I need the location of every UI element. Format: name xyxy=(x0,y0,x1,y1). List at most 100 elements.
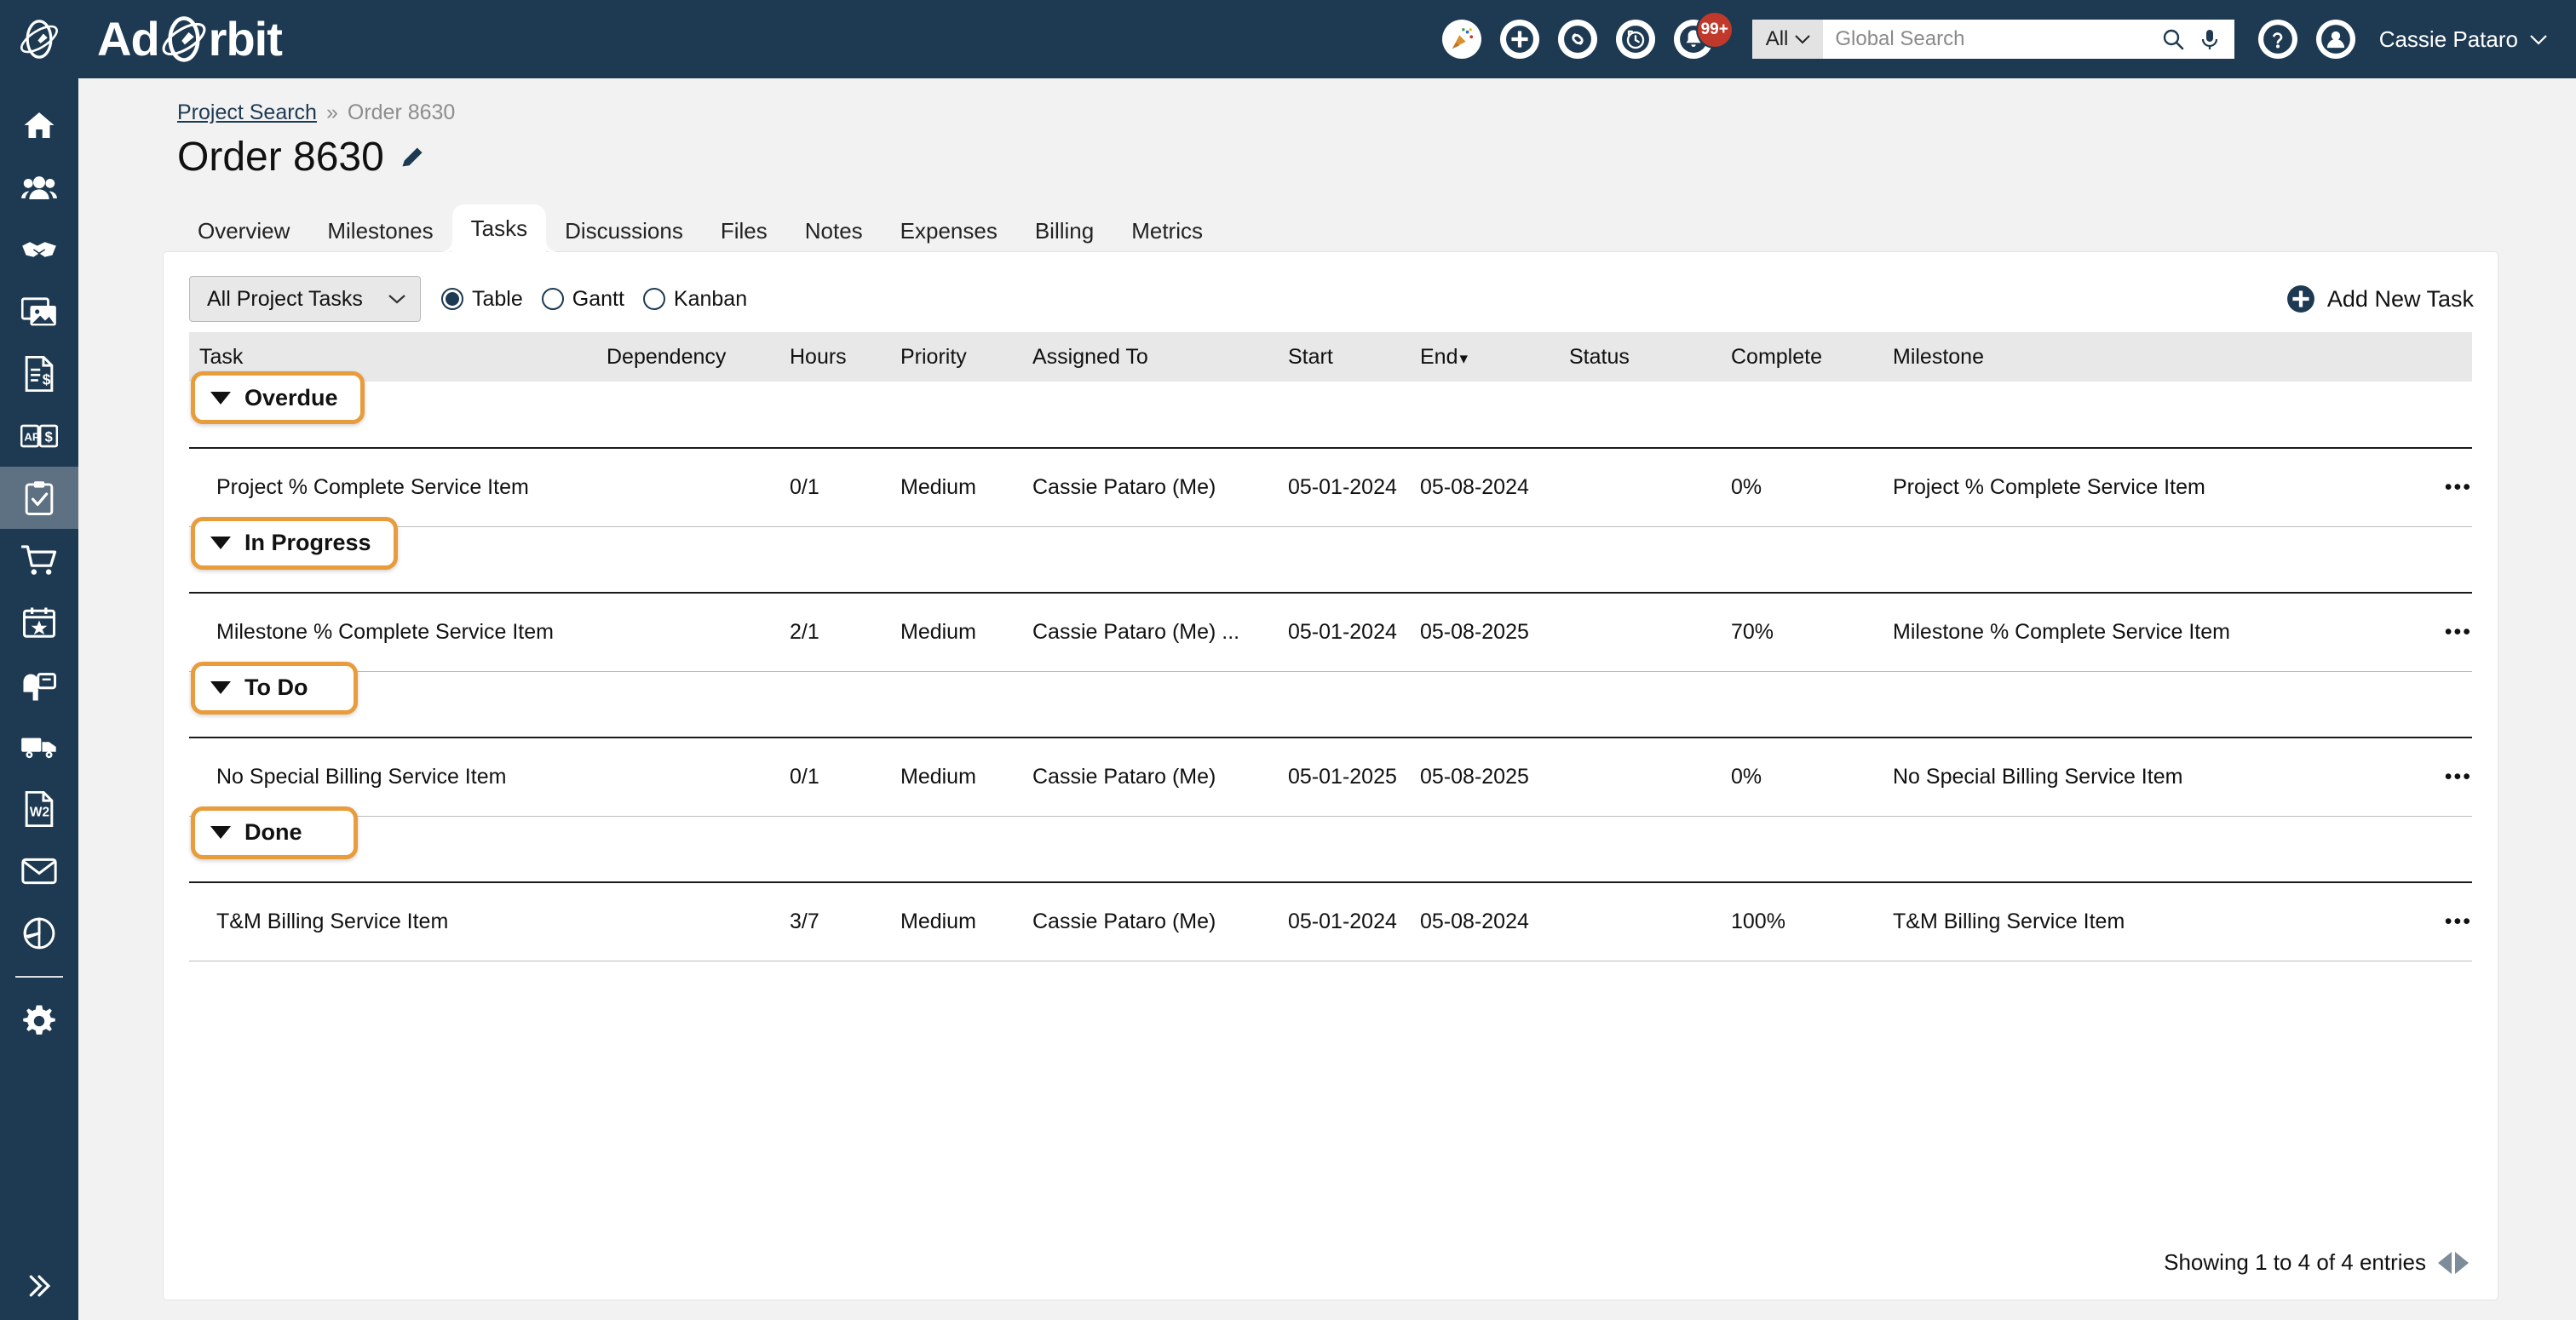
group-toggle-in-progress[interactable]: In Progress xyxy=(191,516,398,570)
col-priority[interactable]: Priority xyxy=(900,332,1032,382)
w2-document-icon: W2 xyxy=(25,790,54,827)
radio-table[interactable] xyxy=(441,288,463,310)
tab-discussions[interactable]: Discussions xyxy=(546,209,702,252)
col-assigned-to[interactable]: Assigned To xyxy=(1032,332,1288,382)
task-filter-value: All Project Tasks xyxy=(207,286,363,311)
sidebar-item-calendar[interactable] xyxy=(0,591,78,653)
search-scope-label: All xyxy=(1765,27,1789,50)
view-mode-kanban-label: Kanban xyxy=(673,286,748,311)
col-status[interactable]: Status xyxy=(1569,332,1731,382)
search-input[interactable] xyxy=(1835,27,2149,51)
history-clock-icon[interactable] xyxy=(1615,20,1655,59)
cell-milestone: T&M Billing Service Item xyxy=(1893,882,2336,961)
search-scope-dropdown[interactable]: All xyxy=(1751,20,1824,59)
sidebar-expand-toggle[interactable] xyxy=(0,1260,78,1311)
tab-billing[interactable]: Billing xyxy=(1016,209,1113,252)
tab-notes[interactable]: Notes xyxy=(786,209,882,252)
table-row[interactable]: T&M Billing Service Item 3/7 Medium Cass… xyxy=(189,882,2472,961)
sidebar-item-mailbox[interactable] xyxy=(0,653,78,715)
sidebar-item-projects[interactable] xyxy=(0,467,78,529)
row-actions-menu[interactable]: ••• xyxy=(2336,593,2472,672)
header-actions: 99+ All Global Search Cassie Pataro xyxy=(1441,0,2576,78)
tasks-toolbar: All Project Tasks Table Gantt Kanban Add… xyxy=(164,252,2498,324)
sidebar-item-media[interactable] xyxy=(0,280,78,342)
orbit-satellite-icon xyxy=(20,20,58,59)
breadcrumb-link-project-search[interactable]: Project Search xyxy=(177,100,317,125)
user-menu[interactable]: Cassie Pataro xyxy=(2379,26,2547,53)
sidebar-item-orders[interactable] xyxy=(0,529,78,591)
clipboard-check-icon xyxy=(25,480,54,515)
link-icon[interactable] xyxy=(1557,20,1597,59)
avatar[interactable] xyxy=(2315,20,2355,59)
cell-complete: 70% xyxy=(1731,593,1893,672)
col-dependency[interactable]: Dependency xyxy=(607,332,790,382)
sidebar-item-distribution[interactable] xyxy=(0,715,78,778)
col-start[interactable]: Start xyxy=(1288,332,1420,382)
caret-down-icon xyxy=(210,681,231,694)
group-cell: To Do xyxy=(189,661,2472,738)
view-mode-kanban[interactable]: Kanban xyxy=(642,286,748,312)
pager-next-icon[interactable] xyxy=(2455,1251,2469,1274)
table-row[interactable]: Milestone % Complete Service Item 2/1 Me… xyxy=(189,593,2472,672)
tab-metrics[interactable]: Metrics xyxy=(1113,209,1222,252)
sidebar-item-payroll[interactable]: W2 xyxy=(0,778,78,840)
view-mode-gantt[interactable]: Gantt xyxy=(541,287,624,312)
help-icon[interactable] xyxy=(2257,20,2297,59)
row-actions-menu[interactable]: ••• xyxy=(2336,882,2472,961)
cell-priority: Medium xyxy=(900,737,1032,817)
cell-dependency xyxy=(607,737,790,817)
radio-gantt[interactable] xyxy=(541,288,564,310)
col-end[interactable]: End ▾ xyxy=(1420,332,1569,382)
row-actions-menu[interactable]: ••• xyxy=(2336,737,2472,817)
cell-dependency xyxy=(607,882,790,961)
sidebar-item-settings[interactable] xyxy=(0,990,78,1052)
sidebar-item-email[interactable] xyxy=(0,840,78,902)
tasks-table-head: Task Dependency Hours Priority Assigned … xyxy=(189,332,2472,382)
sidebar-item-deals[interactable] xyxy=(0,218,78,280)
tab-tasks[interactable]: Tasks xyxy=(451,204,547,252)
col-milestone[interactable]: Milestone xyxy=(1893,332,2336,382)
table-row[interactable]: No Special Billing Service Item 0/1 Medi… xyxy=(189,737,2472,817)
tab-milestones[interactable]: Milestones xyxy=(308,209,451,252)
tabs-and-card: Overview Milestones Tasks Discussions Fi… xyxy=(164,204,2498,1300)
app-logo[interactable] xyxy=(0,0,78,78)
sidebar-item-accounts-payable[interactable]: AP $ xyxy=(0,405,78,467)
cell-end: 05-08-2025 xyxy=(1420,737,1569,817)
tab-expenses[interactable]: Expenses xyxy=(882,209,1016,252)
add-new-task-button[interactable]: Add New Task xyxy=(2286,284,2474,313)
group-cell: In Progress xyxy=(189,516,2472,594)
svg-text:$: $ xyxy=(43,370,51,387)
search-input-wrap xyxy=(1823,20,2160,59)
search-icon[interactable] xyxy=(2161,27,2185,51)
table-pagination-footer: Showing 1 to 4 of 4 entries xyxy=(2164,1249,2469,1276)
microphone-icon[interactable] xyxy=(2199,27,2221,51)
pencil-icon[interactable] xyxy=(400,145,425,170)
col-complete[interactable]: Complete xyxy=(1731,332,1893,382)
pager-prev-icon[interactable] xyxy=(2438,1251,2452,1274)
sidebar-item-contacts[interactable] xyxy=(0,156,78,218)
sidebar-item-invoices[interactable]: $ xyxy=(0,342,78,405)
table-row[interactable]: Project % Complete Service Item 0/1 Medi… xyxy=(189,448,2472,527)
tab-overview[interactable]: Overview xyxy=(179,209,308,252)
table-header-row: Task Dependency Hours Priority Assigned … xyxy=(189,332,2472,382)
row-actions-menu[interactable]: ••• xyxy=(2336,448,2472,527)
sidebar-item-reports[interactable] xyxy=(0,902,78,964)
tab-files[interactable]: Files xyxy=(702,209,786,252)
sidebar-item-home[interactable] xyxy=(0,94,78,156)
user-name-label: Cassie Pataro xyxy=(2378,26,2518,52)
gear-icon xyxy=(23,1004,55,1035)
task-filter-select[interactable]: All Project Tasks xyxy=(189,276,421,322)
plus-icon[interactable] xyxy=(1499,20,1539,59)
col-hours[interactable]: Hours xyxy=(790,332,900,382)
truck-icon xyxy=(21,737,56,758)
plus-circle-icon xyxy=(2286,285,2314,313)
group-toggle-done[interactable]: Done xyxy=(191,806,358,859)
group-toggle-overdue[interactable]: Overdue xyxy=(191,371,365,424)
group-toggle-to-do[interactable]: To Do xyxy=(191,661,358,715)
caret-down-icon xyxy=(210,391,231,405)
mailbox-icon xyxy=(23,672,57,701)
party-popper-icon[interactable] xyxy=(1441,20,1481,59)
bell-icon[interactable]: 99+ xyxy=(1673,11,1734,59)
view-mode-table[interactable]: Table xyxy=(441,287,523,312)
radio-kanban[interactable] xyxy=(642,288,665,310)
